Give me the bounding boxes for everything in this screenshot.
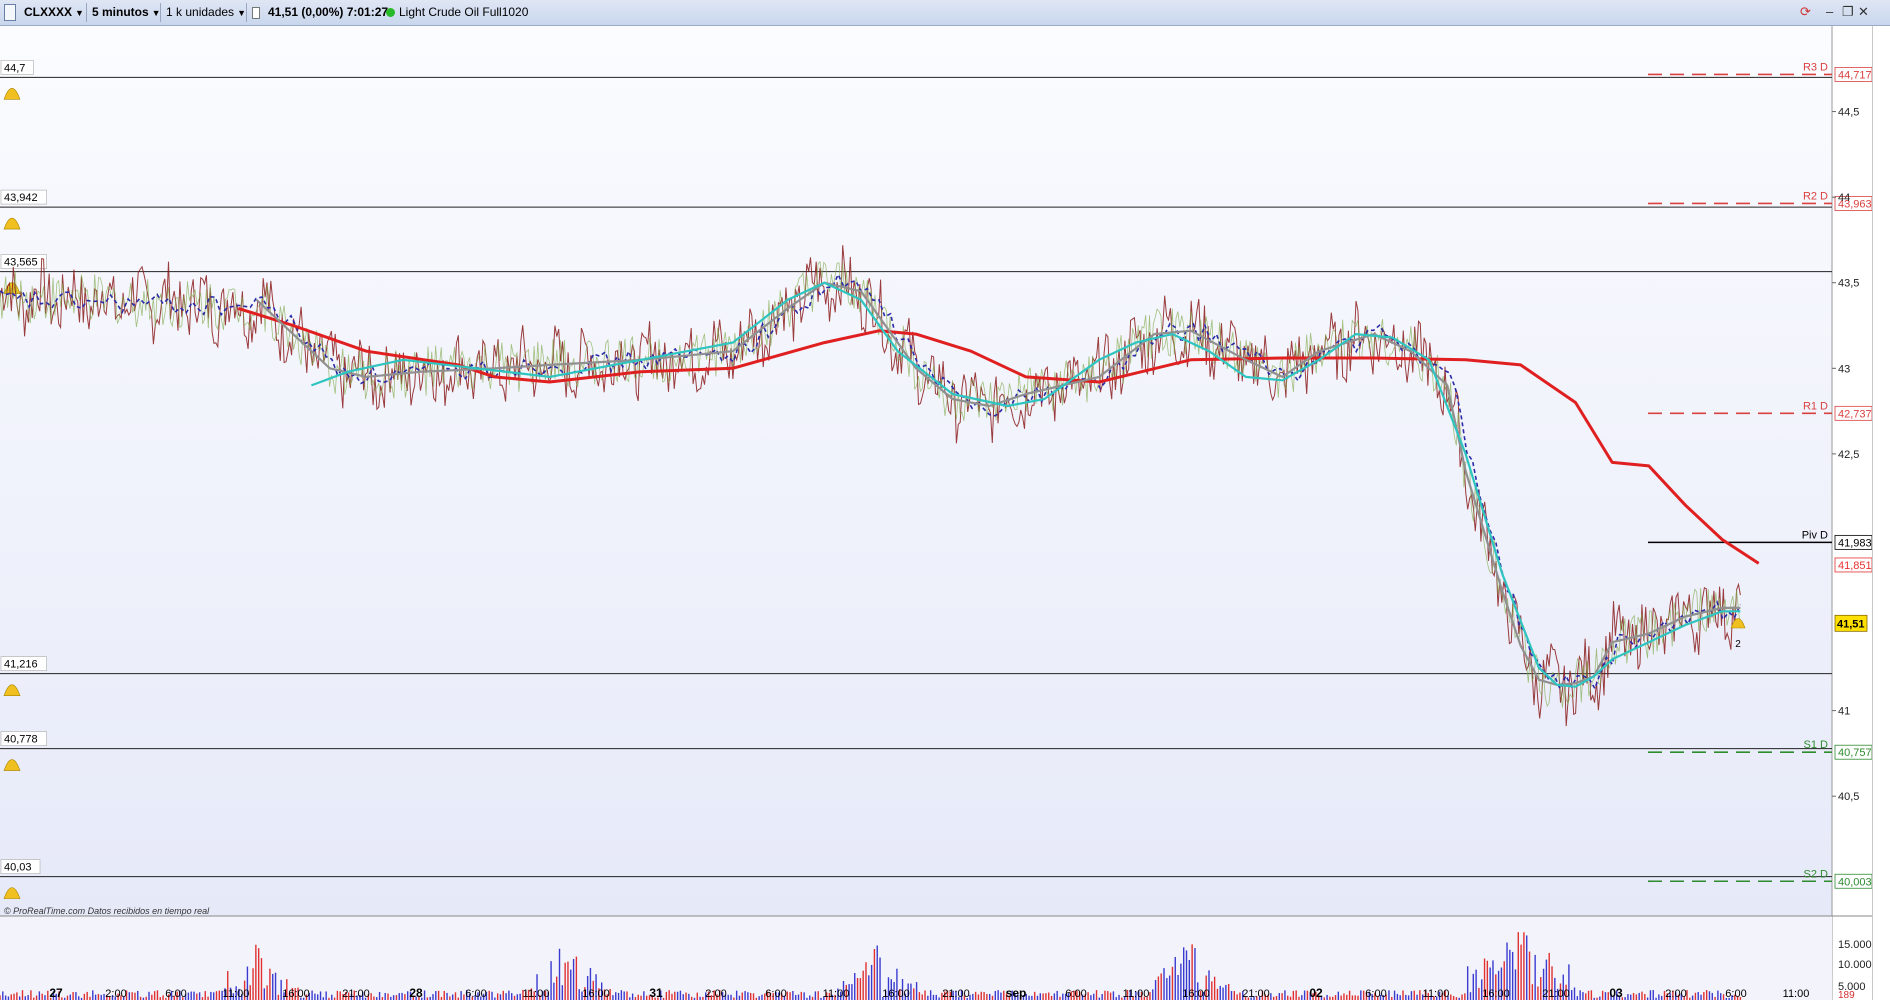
last-price-label: 41,51 (1837, 618, 1865, 630)
time-axis-label: 16:00 (1482, 988, 1510, 1000)
time-axis-label: 16:00 (1182, 988, 1210, 1000)
pivot-value: 41,983 (1838, 537, 1872, 549)
instrument-name: Light Crude Oil Full1020 (386, 3, 528, 22)
chevron-down-icon: ▼ (75, 8, 84, 18)
pivot-value: 44,717 (1838, 69, 1872, 81)
time-axis-label: 21:00 (1242, 988, 1270, 1000)
data-credit: © ProRealTime.com Datos recibidos en tie… (4, 906, 210, 916)
ma-value-label: 41,851 (1838, 560, 1872, 572)
time-axis-label: 6:00 (1725, 988, 1746, 1000)
pivot-name: R2 D (1803, 190, 1828, 202)
alert-line-label: 44,7 (4, 62, 25, 74)
alert-line-label: 43,942 (4, 192, 38, 204)
toolbar-divider (160, 3, 161, 22)
price-tick-label: 43 (1838, 363, 1850, 375)
time-axis-label: 11:00 (223, 988, 250, 1000)
pivot-value: 40,003 (1838, 876, 1872, 888)
time-axis-label: 2:00 (1665, 988, 1686, 1000)
pivot-value: 40,757 (1838, 747, 1872, 759)
time-axis-label: 03 (1609, 986, 1623, 1000)
alert-line-label: 40,03 (4, 862, 32, 874)
minimize-icon[interactable]: – (1826, 4, 1833, 19)
price-tick-label: 42,5 (1838, 449, 1859, 461)
time-axis-label: 16:00 (582, 988, 610, 1000)
close-icon[interactable]: ✕ (1858, 4, 1869, 20)
alert-count: 2 (1735, 639, 1741, 650)
time-axis-label: 6:00 (465, 988, 486, 1000)
time-axis-label: 11:00 (1783, 988, 1810, 1000)
plot-area (0, 26, 1832, 916)
time-axis-label: 16:00 (882, 988, 910, 1000)
alert-line-label: 43,565 (4, 257, 38, 269)
quote-readout: 41,51 (0,00%) 7:01:27 (268, 5, 389, 19)
pivot-name: S1 D (1804, 739, 1829, 751)
units-label: 1 k unidades (166, 5, 235, 19)
pivot-name: R1 D (1803, 400, 1828, 412)
symbol-selector[interactable]: CLXXXX ▼ (20, 3, 88, 22)
chevron-down-icon: ▼ (237, 8, 246, 18)
time-axis-label: 28 (409, 986, 423, 1000)
time-axis-label: 11:00 (823, 988, 850, 1000)
price-axis-panel (1832, 26, 1872, 1000)
restore-icon[interactable]: ❐ (1842, 4, 1854, 20)
time-axis-label: 11:00 (523, 988, 550, 1000)
time-axis-label: 11:00 (1123, 988, 1150, 1000)
time-axis-label: 2:00 (705, 988, 726, 1000)
timeframe-selector[interactable]: 5 minutos ▼ (88, 3, 165, 22)
time-axis-label: 16:00 (282, 988, 310, 1000)
time-axis-label: 6:00 (165, 988, 186, 1000)
pivot-name: R3 D (1803, 61, 1828, 73)
alert-line-label: 41,216 (4, 659, 38, 671)
alert-line-label: 40,778 (4, 734, 38, 746)
pivot-name: Piv D (1802, 529, 1828, 541)
refresh-icon[interactable]: ⟳ (1800, 4, 1811, 20)
time-axis-label: sep (1006, 986, 1027, 1000)
time-axis-label: 2:00 (105, 988, 126, 1000)
time-axis-label: 6:00 (1065, 988, 1086, 1000)
price-tick-label: 43,5 (1838, 278, 1859, 290)
time-axis-label: 21:00 (942, 988, 970, 1000)
time-axis-label: 6:00 (1365, 988, 1386, 1000)
symbol-label: CLXXXX (24, 5, 73, 19)
volume-last-label: 189 (1838, 990, 1855, 1000)
time-axis-label: 31 (649, 986, 663, 1000)
pivot-name: S2 D (1804, 868, 1829, 880)
pivot-value: 42,737 (1838, 408, 1872, 420)
symbol-icon[interactable] (4, 4, 16, 21)
instrument-label: Light Crude Oil Full1020 (399, 5, 529, 19)
price-tick-label: 40,5 (1838, 791, 1859, 803)
side-panel-strip (1872, 26, 1890, 1000)
chart-toolbar: CLXXXX ▼ 5 minutos ▼ 1 k unidades ▼ 41,51 (… (0, 0, 1890, 26)
price-tick-label: 44 (1838, 192, 1850, 204)
time-axis-label: 27 (49, 986, 63, 1000)
price-chart[interactable]: 44,7 43,942 43,565 41,216 40,778 40,03 R3 D 44… (0, 26, 1890, 1000)
volume-tick-label: 15.000 (1838, 939, 1872, 951)
toolbar-divider (86, 3, 87, 22)
time-axis-label: 02 (1309, 986, 1323, 1000)
price-tick-label: 44,5 (1838, 107, 1859, 119)
live-status-icon (386, 8, 395, 18)
info-icon[interactable] (252, 7, 260, 19)
time-axis-label: 11:00 (1423, 988, 1450, 1000)
units-selector[interactable]: 1 k unidades ▼ (162, 3, 250, 22)
time-axis-label: 21:00 (1542, 988, 1570, 1000)
toolbar-divider (246, 3, 247, 22)
price-tick-label: 41 (1838, 706, 1850, 718)
time-axis-label: 21:00 (342, 988, 370, 1000)
timeframe-label: 5 minutos (92, 5, 149, 19)
time-axis-label: 6:00 (765, 988, 786, 1000)
volume-tick-label: 10.000 (1838, 959, 1872, 971)
